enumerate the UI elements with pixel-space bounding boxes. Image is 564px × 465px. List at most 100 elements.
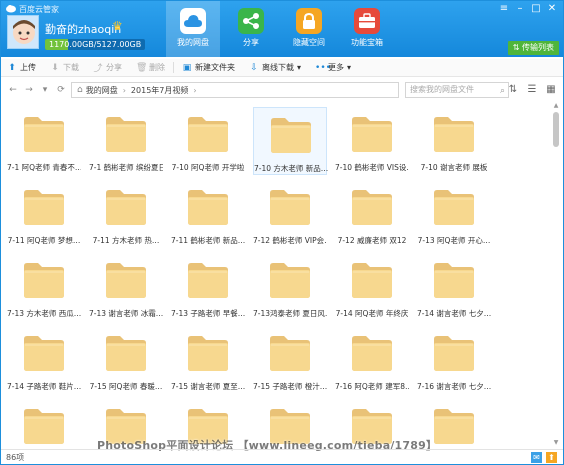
refresh-icon[interactable]: ⟳	[55, 85, 67, 95]
folder-item[interactable]: 7-10 方木老师 新品…	[253, 107, 328, 175]
folder-name: 7-10 鹤彬老师 VIS设…	[335, 163, 409, 172]
breadcrumb-separator: ›	[193, 85, 197, 95]
folder-item[interactable]: 7-14 阿Q老师 年终庆	[335, 253, 409, 321]
folder-item[interactable]: 7-16 阿Q老师 建军8…	[335, 326, 409, 394]
folder-item[interactable]: 7-11 鹤彬老师 新品…	[171, 180, 245, 248]
download-icon: ⬇	[51, 62, 59, 73]
scrollbar[interactable]: ▲ ▼	[551, 102, 561, 446]
offline-download-button[interactable]: ⇩ 离线下载 ▾	[249, 62, 301, 73]
notification-icon[interactable]: ✉	[531, 452, 542, 463]
vip-crown-icon[interactable]: ♛	[112, 19, 123, 33]
avatar[interactable]	[7, 15, 39, 49]
folder-item[interactable]: 7-13 谢言老师 冰霜…	[89, 253, 163, 321]
folder-item[interactable]: 7-11 阿Q老师 梦想…	[7, 180, 81, 248]
folder-icon	[434, 263, 474, 298]
more-button[interactable]: ••• 更多 ▾	[315, 62, 351, 73]
folder-icon	[24, 190, 64, 225]
folder-item[interactable]: 7-15 谢言老师 夏至…	[171, 326, 245, 394]
chevron-down-icon: ▾	[297, 63, 302, 72]
back-arrow-icon[interactable]: ←	[7, 85, 19, 95]
delete-button[interactable]: 🗑 删除	[136, 62, 165, 73]
folder-item[interactable]: 7-11 方木老师 热…	[89, 180, 163, 248]
dropdown-icon[interactable]: ▾	[39, 85, 51, 95]
scroll-down-icon[interactable]: ▼	[551, 439, 561, 446]
forward-arrow-icon[interactable]: →	[23, 85, 35, 95]
folder-item[interactable]: 7-1 鹤彬老师 缤纷夏日	[89, 107, 163, 175]
folder-item[interactable]: 7-13鸿泰老师 夏日风…	[253, 253, 327, 321]
list-view-icon[interactable]: ☰	[526, 84, 538, 96]
folder-name: 7-16 谢言老师 七夕…	[417, 382, 491, 391]
share-button[interactable]: ⤴ 分享	[93, 61, 122, 74]
folder-item[interactable]: 7-13 阿Q老师 开心…	[417, 180, 491, 248]
folder-name: 7-11 阿Q老师 梦想…	[7, 236, 81, 245]
nav-item-label: 隐藏空间	[293, 38, 325, 47]
folder-name: 7-14 谢言老师 七夕…	[417, 309, 491, 318]
folder-icon	[270, 336, 310, 371]
folder-icon	[106, 263, 146, 298]
folder-item[interactable]: 7-10 阿Q老师 开学啦	[171, 107, 245, 175]
folder-item[interactable]: 7-10 谢言老师 展板	[417, 107, 491, 175]
sort-icon[interactable]: ⇅	[507, 84, 519, 96]
status-bar: 86项 ✉ ⬆	[1, 449, 563, 465]
folder-item[interactable]: 7-12 威廉老师 双12	[335, 180, 409, 248]
folder-item[interactable]: 7-16 子路老师 英格…	[7, 399, 81, 446]
status-icons: ✉ ⬆	[531, 452, 557, 463]
folder-icon	[24, 336, 64, 371]
nav-item-0[interactable]: 我的网盘	[166, 1, 220, 57]
close-icon[interactable]: ✕	[545, 3, 559, 15]
folder-item[interactable]: 7-14 子路老师 鞋片…	[7, 326, 81, 394]
folder-name: 7-15 子路老师 橙汁…	[253, 382, 327, 391]
new-folder-button[interactable]: ▣ 新建文件夹	[182, 62, 235, 73]
folder-name: 7-16 阿Q老师 建军8…	[335, 382, 409, 391]
menu-icon[interactable]: ≡	[497, 3, 511, 15]
folder-item[interactable]: 7-13 方木老师 西瓜…	[7, 253, 81, 321]
minimize-icon[interactable]: –	[513, 3, 527, 15]
username[interactable]: 勤奋的zhaoqin	[45, 21, 121, 37]
folder-name: 7-14 子路老师 鞋片…	[7, 382, 81, 391]
maximize-icon[interactable]: □	[529, 3, 543, 15]
upload-button[interactable]: ⬆ 上传	[7, 62, 36, 73]
new-folder-icon: ▣	[182, 62, 192, 73]
folder-name: 7-12 鹤彬老师 VIP会…	[253, 236, 327, 245]
breadcrumb-current[interactable]: 2015年7月视频	[131, 85, 188, 96]
download-button[interactable]: ⬇ 下载	[50, 62, 79, 73]
scroll-thumb[interactable]	[553, 112, 559, 147]
folder-name: 7-10 方木老师 新品…	[254, 164, 328, 173]
folder-name: 7-13 谢言老师 冰霜…	[89, 309, 163, 318]
header: 百度云管家 ≡ – □ ✕ 勤奋的zhaoqin ♛ 1170.00GB/512…	[1, 1, 563, 57]
folder-item[interactable]: 7-14 谢言老师 七夕…	[417, 253, 491, 321]
chevron-down-icon: ▾	[347, 63, 352, 72]
breadcrumb-root[interactable]: 我的网盘	[86, 85, 118, 96]
search-icon[interactable]: ⌕	[500, 84, 505, 98]
nav-item-2[interactable]: 隐藏空间	[282, 1, 336, 57]
scroll-up-icon[interactable]: ▲	[551, 102, 561, 109]
folder-item[interactable]: 7-15 阿Q老师 春暖…	[89, 326, 163, 394]
grid-view-icon[interactable]: ▦	[545, 84, 557, 96]
folder-icon	[352, 117, 392, 152]
folder-icon	[434, 190, 474, 225]
folder-name: 7-13 子路老师 早餐…	[171, 309, 245, 318]
folder-name: 7-14 阿Q老师 年终庆	[335, 309, 409, 318]
lock-icon	[296, 8, 322, 34]
app-title: 百度云管家	[19, 5, 59, 14]
share-icon	[238, 8, 264, 34]
nav-item-1[interactable]: 分享	[224, 1, 278, 57]
search-input[interactable]: 搜索我的网盘文件 ⌕	[405, 82, 509, 98]
folder-icon	[188, 263, 228, 298]
address-bar: ← → ▾ ⟳ ⌂ 我的网盘 › 2015年7月视频 › 搜索我的网盘文件 ⌕ …	[1, 79, 563, 101]
upload-status-icon[interactable]: ⬆	[546, 452, 557, 463]
folder-item[interactable]: 7-13 子路老师 早餐…	[171, 253, 245, 321]
folder-name: 7-11 鹤彬老师 新品…	[171, 236, 245, 245]
folder-item[interactable]: 7-12 鹤彬老师 VIP会…	[253, 180, 327, 248]
folder-item[interactable]: 7-16 谢言老师 七夕…	[417, 326, 491, 394]
folder-name: 7-15 谢言老师 夏至…	[171, 382, 245, 391]
nav-item-3[interactable]: 功能宝箱	[340, 1, 394, 57]
folder-name: 7-11 方木老师 热…	[92, 236, 160, 245]
folder-item[interactable]: 7-15 子路老师 橙汁…	[253, 326, 327, 394]
folder-item[interactable]: 7-10 鹤彬老师 VIS设…	[335, 107, 409, 175]
folder-item[interactable]: 7-1 阿Q老师 青春不…	[7, 107, 81, 175]
transfer-list-button[interactable]: ⇅ 传输列表	[507, 41, 559, 55]
toolbox-icon	[354, 8, 380, 34]
home-icon: ⌂	[77, 85, 83, 95]
folder-icon	[434, 117, 474, 152]
